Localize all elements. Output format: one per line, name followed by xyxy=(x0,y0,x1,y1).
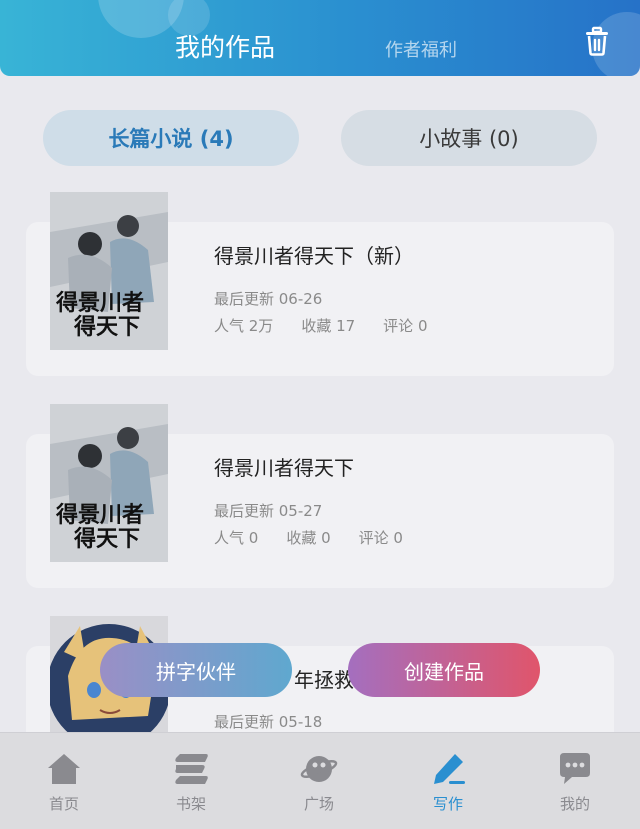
work-title[interactable]: 年拯救 xyxy=(294,664,354,693)
stat-comments: 评论 0 xyxy=(383,317,428,335)
bottom-nav: 首页 书架 广场 写作 我的 xyxy=(0,732,640,829)
nav-bookshelf[interactable]: 书架 xyxy=(146,751,236,814)
nav-mine[interactable]: 我的 xyxy=(530,751,620,814)
work-updated: 最后更新 05-18 xyxy=(214,713,323,731)
chat-bubble-icon xyxy=(560,753,590,784)
svg-text:得景川者: 得景川者 xyxy=(55,290,144,316)
create-work-button[interactable]: 创建作品 xyxy=(348,643,540,697)
nav-home[interactable]: 首页 xyxy=(19,751,109,814)
stat-comments: 评论 0 xyxy=(358,529,403,547)
planet-icon xyxy=(300,756,338,782)
nav-write-label: 写作 xyxy=(432,795,463,813)
work-stats: 人气 2万 收藏 17 评论 0 xyxy=(214,315,427,336)
writing-partner-button[interactable]: 拼字伙伴 xyxy=(100,643,292,697)
stat-favorites: 收藏 17 xyxy=(301,317,356,335)
svg-text:得天下: 得天下 xyxy=(73,526,140,552)
work-updated: 最后更新 06-26 xyxy=(214,290,323,308)
bookshelf-icon xyxy=(175,754,208,784)
nav-mine-label: 我的 xyxy=(559,795,590,813)
work-title[interactable]: 得景川者得天下 xyxy=(214,452,354,481)
home-icon xyxy=(48,754,80,784)
work-title[interactable]: 得景川者得天下（新） xyxy=(214,240,414,269)
tab-my-works[interactable]: 我的作品 xyxy=(175,28,275,64)
svg-text:得天下: 得天下 xyxy=(73,314,140,340)
segment-long-novel[interactable]: 长篇小说 (4) xyxy=(43,110,299,166)
work-updated: 最后更新 05-27 xyxy=(214,502,323,520)
stat-popularity: 人气 0 xyxy=(214,529,259,547)
stat-favorites: 收藏 0 xyxy=(286,529,331,547)
trash-icon[interactable] xyxy=(580,24,614,58)
stat-popularity: 人气 2万 xyxy=(214,317,274,335)
segment-short-story[interactable]: 小故事 (0) xyxy=(341,110,597,166)
svg-text:得景川者: 得景川者 xyxy=(55,502,144,528)
nav-square[interactable]: 广场 xyxy=(274,751,364,814)
nav-write[interactable]: 写作 xyxy=(403,751,493,814)
work-cover-image[interactable]: 得景川者 得天下 xyxy=(50,404,168,562)
top-header: 我的作品 作者福利 xyxy=(0,0,640,76)
nav-bookshelf-label: 书架 xyxy=(175,795,206,813)
nav-square-label: 广场 xyxy=(303,795,334,813)
work-cover-image[interactable]: 得景川者 得天下 xyxy=(50,192,168,350)
tab-author-benefits[interactable]: 作者福利 xyxy=(385,36,457,62)
work-stats: 人气 0 收藏 0 评论 0 xyxy=(214,527,403,548)
pen-icon xyxy=(434,754,465,784)
nav-home-label: 首页 xyxy=(48,795,79,813)
